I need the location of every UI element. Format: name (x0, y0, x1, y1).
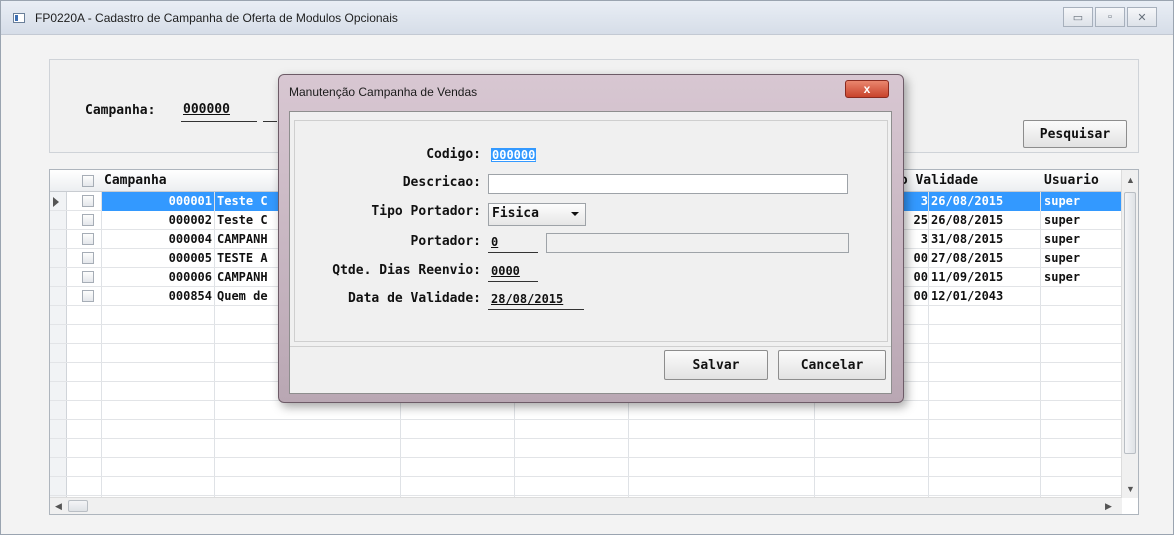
vertical-scrollbar[interactable]: ▲ ▼ (1121, 170, 1138, 498)
dialog-title: Manutenção Campanha de Vendas (289, 85, 478, 99)
main-window: FP0220A - Cadastro de Campanha de Oferta… (0, 0, 1174, 535)
cell-codigo: 000002 (168, 213, 212, 227)
empty-row (50, 458, 1122, 477)
cancelar-button[interactable]: Cancelar (778, 350, 886, 380)
dialog-form-group: Codigo: 000000 Descricao: Tipo Portador:… (294, 120, 888, 342)
codigo-label: Codigo: (426, 147, 481, 162)
current-row-indicator-icon (53, 197, 59, 207)
chevron-down-icon (571, 212, 579, 216)
row-checkbox[interactable] (82, 290, 94, 302)
data-validade-label: Data de Validade: (347, 291, 481, 306)
cell-descricao: CAMPANH (217, 232, 268, 246)
row-checkbox[interactable] (82, 252, 94, 264)
cell-validade: 11/09/2015 (931, 270, 1004, 284)
row-checkbox[interactable] (82, 214, 94, 226)
cell-descricao: Teste C (217, 213, 268, 227)
cell-usuario: super (1044, 213, 1081, 227)
cell-validade: 27/08/2015 (931, 251, 1004, 265)
minimize-button[interactable]: ▭ (1063, 7, 1093, 27)
dialog-body: Codigo: 000000 Descricao: Tipo Portador:… (289, 111, 892, 394)
empty-row (50, 439, 1122, 458)
dialog-close-button[interactable]: x (845, 80, 889, 98)
cell-usuario: super (1041, 192, 1122, 211)
cell-codigo: 000006 (168, 270, 212, 284)
row-checkbox[interactable] (82, 271, 94, 283)
empty-row (50, 420, 1122, 439)
campanha-desc-input[interactable] (263, 102, 277, 122)
col-validade-header[interactable]: io Validade (892, 170, 978, 192)
scroll-right-icon[interactable]: ▶ (1105, 501, 1112, 512)
cell-validade: 26/08/2015 (929, 192, 1040, 211)
portador-input[interactable]: 0 (488, 233, 538, 253)
descricao-label: Descricao: (402, 175, 481, 190)
cell-usuario: super (1044, 270, 1081, 284)
cell-codigo: 000004 (168, 232, 212, 246)
cell-validade: 12/01/2043 (931, 289, 1004, 303)
scroll-left-icon[interactable]: ◀ (55, 501, 62, 512)
manutencao-campanha-dialog: Manutenção Campanha de Vendas x Codigo: … (278, 74, 904, 403)
window-titlebar: FP0220A - Cadastro de Campanha de Oferta… (1, 1, 1173, 35)
window-controls: ▭ ▫ ✕ (1063, 7, 1157, 29)
tipo-portador-select[interactable]: Fisica (488, 203, 586, 226)
campanha-input[interactable]: 000000 (181, 102, 257, 122)
select-all-checkbox[interactable] (82, 175, 94, 187)
horizontal-scroll-thumb[interactable] (68, 500, 88, 512)
app-icon (13, 13, 25, 23)
cell-usuario: super (1044, 232, 1081, 246)
cell-usuario (1041, 287, 1122, 306)
row-checkbox[interactable] (82, 195, 94, 207)
empty-row (50, 401, 1122, 420)
cell-descricao: Teste C (215, 192, 279, 211)
dias-reenvio-input[interactable]: 0000 (488, 262, 538, 282)
row-checkbox[interactable] (82, 233, 94, 245)
cell-descricao: TESTE A (217, 251, 268, 265)
portador-desc-field (546, 233, 849, 253)
salvar-button[interactable]: Salvar (664, 350, 768, 380)
cell-codigo: 000001 (102, 192, 214, 211)
pesquisar-button[interactable]: Pesquisar (1023, 120, 1127, 148)
horizontal-scrollbar[interactable]: ◀ ▶ (50, 497, 1122, 514)
tipo-portador-value: Fisica (492, 206, 539, 221)
close-button[interactable]: ✕ (1127, 7, 1157, 27)
codigo-value: 000000 (491, 148, 537, 162)
dialog-footer-divider (290, 346, 891, 347)
vertical-scroll-thumb[interactable] (1124, 192, 1136, 454)
portador-label: Portador: (410, 234, 481, 249)
descricao-input[interactable] (488, 174, 848, 194)
empty-row (50, 477, 1122, 496)
scroll-down-icon[interactable]: ▼ (1126, 484, 1135, 494)
maximize-button[interactable]: ▫ (1095, 7, 1125, 27)
data-validade-input[interactable]: 28/08/2015 (488, 290, 584, 310)
campanha-label: Campanha: (85, 103, 156, 118)
col-campanha-header[interactable]: Campanha (104, 170, 167, 192)
codigo-input[interactable]: 000000 (488, 146, 550, 166)
cell-descricao: CAMPANH (217, 270, 268, 284)
dias-reenvio-label: Qtde. Dias Reenvio: (332, 263, 481, 278)
col-usuario-header[interactable]: Usuario (1044, 170, 1099, 192)
cell-validade: 31/08/2015 (931, 232, 1004, 246)
scroll-up-icon[interactable]: ▲ (1126, 175, 1135, 185)
cell-codigo: 000854 (168, 289, 212, 303)
cell-validade: 26/08/2015 (931, 213, 1004, 227)
tipo-portador-label: Tipo Portador: (371, 204, 481, 219)
cell-descricao: Quem de (217, 289, 268, 303)
cell-codigo: 000005 (168, 251, 212, 265)
window-title: FP0220A - Cadastro de Campanha de Oferta… (35, 11, 398, 25)
cell-usuario: super (1044, 251, 1081, 265)
